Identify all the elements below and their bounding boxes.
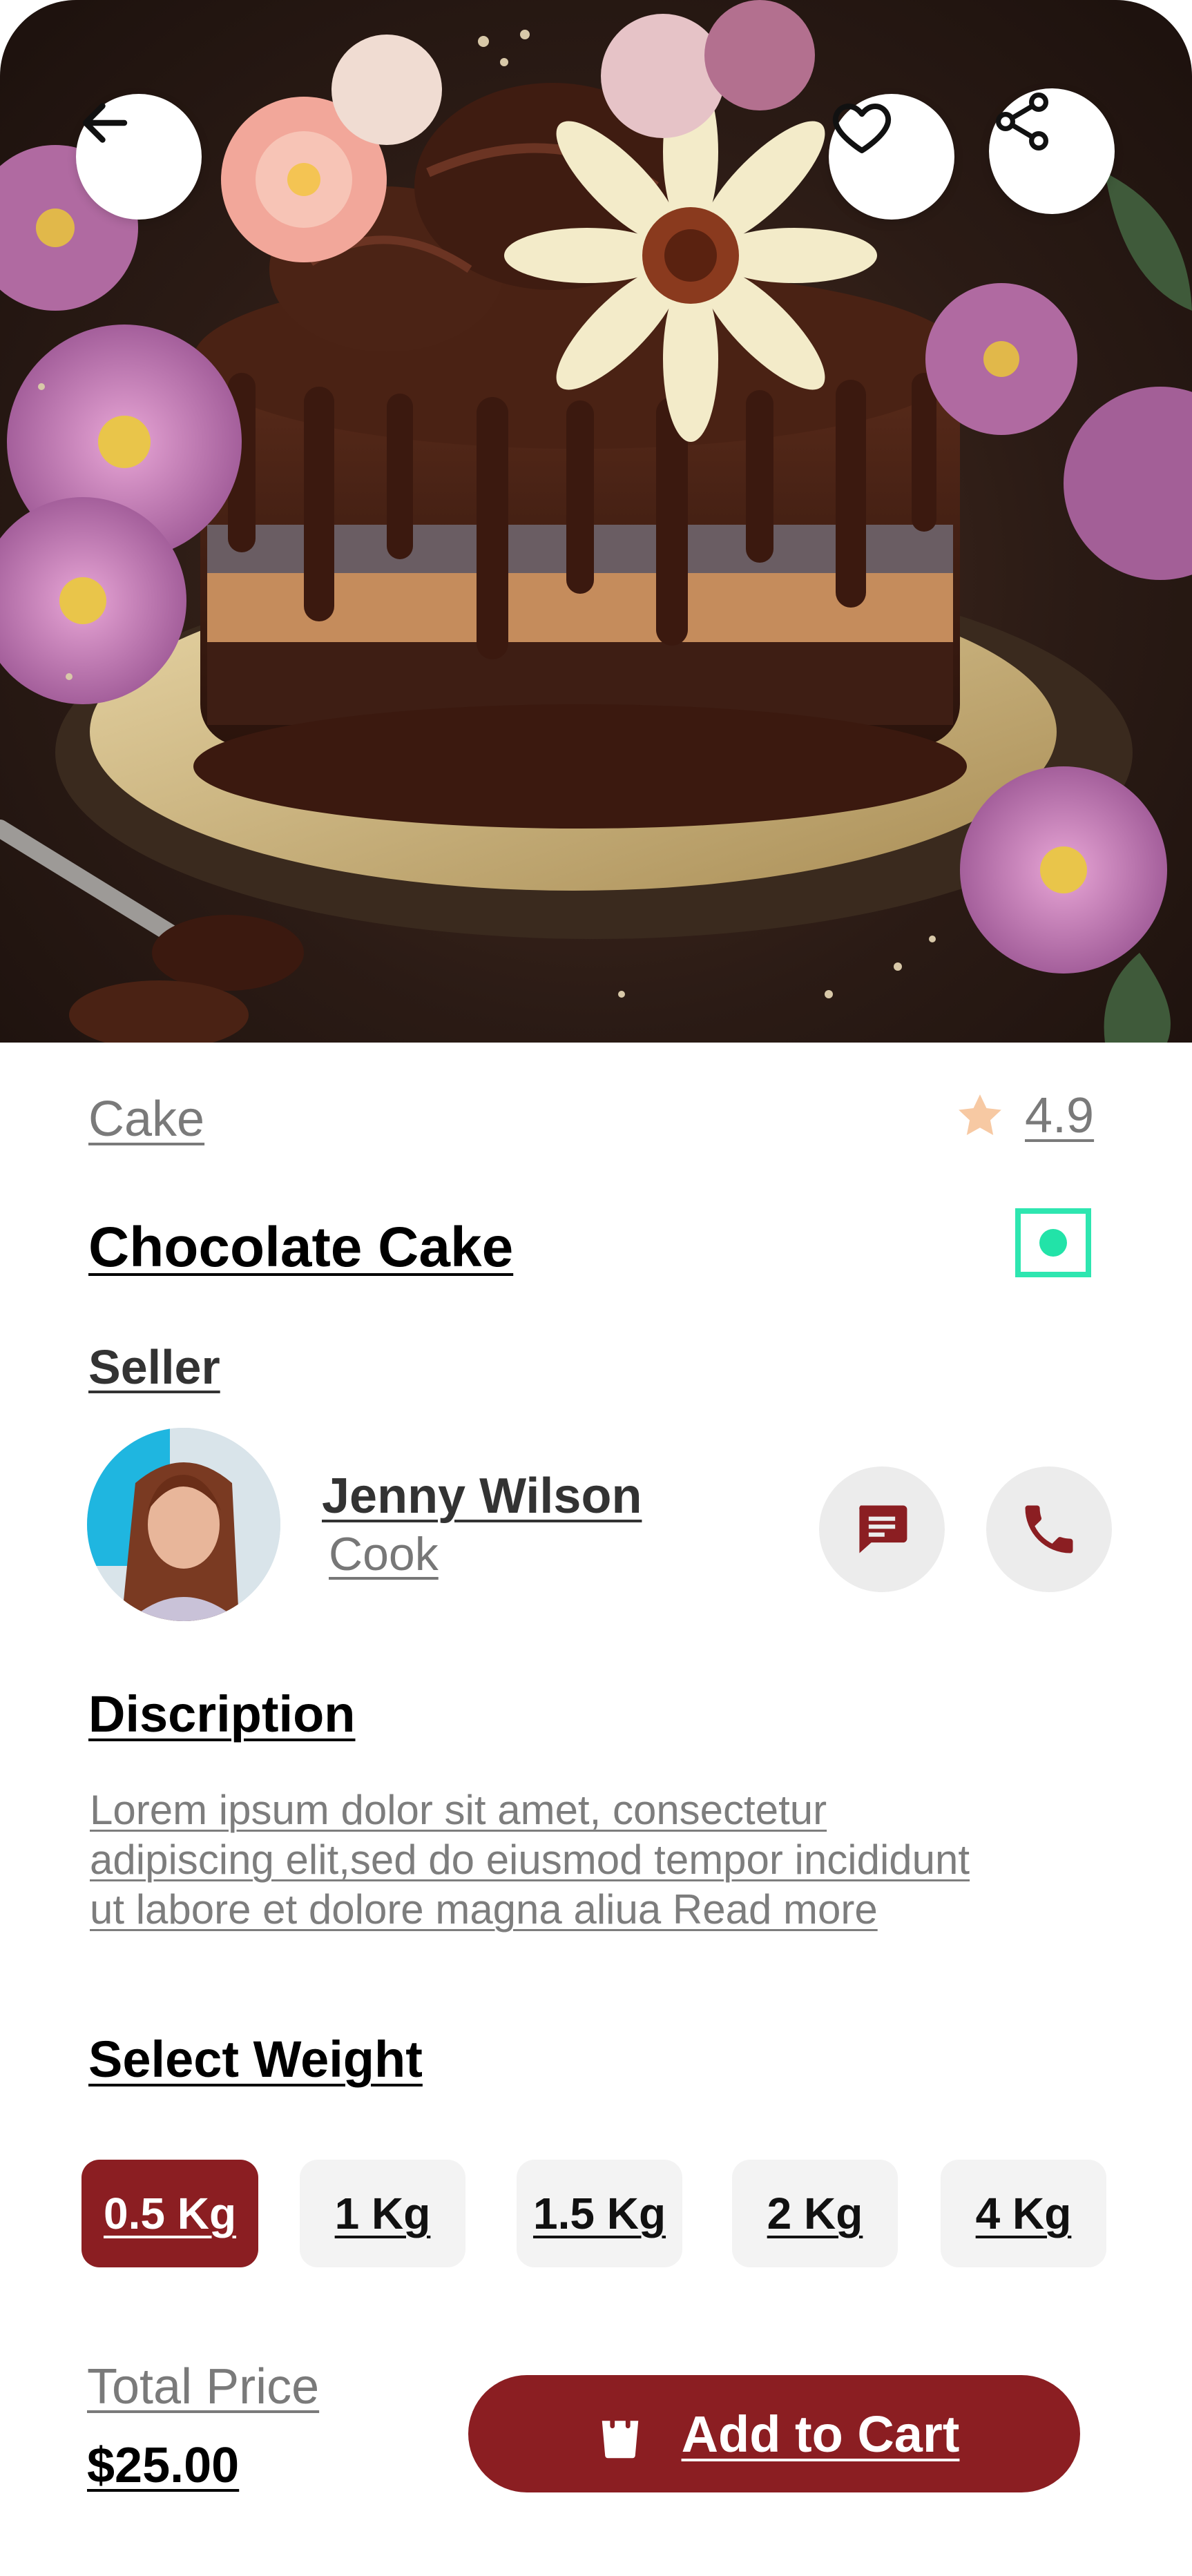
veg-indicator xyxy=(1015,1208,1091,1277)
message-seller-button[interactable] xyxy=(819,1466,945,1592)
description-heading: Discription xyxy=(88,1685,356,1743)
phone-icon xyxy=(1025,1505,1073,1553)
call-seller-button[interactable] xyxy=(986,1466,1112,1592)
product-category: Cake xyxy=(88,1092,205,1147)
description-line: adipiscing elit,sed do eiusmod tempor in… xyxy=(90,1837,970,1883)
weight-option-0-5kg[interactable]: 0.5 Kg xyxy=(81,2160,258,2267)
seller-avatar-image xyxy=(87,1428,280,1621)
weight-option-1-5kg[interactable]: 1.5 Kg xyxy=(517,2160,682,2267)
avatar xyxy=(87,1428,280,1621)
share-icon xyxy=(996,93,1048,151)
heart-icon xyxy=(833,104,891,153)
product-title: Chocolate Cake xyxy=(88,1216,514,1279)
add-to-cart-button[interactable]: Add to Cart xyxy=(468,2375,1080,2492)
weight-option-1kg[interactable]: 1 Kg xyxy=(300,2160,465,2267)
total-price-value: $25.00 xyxy=(87,2438,240,2493)
arrow-left-icon xyxy=(82,103,128,143)
star-icon xyxy=(959,1094,1001,1135)
description-line: Lorem ipsum dolor sit amet, consectetur xyxy=(90,1787,827,1833)
message-icon xyxy=(859,1505,907,1553)
description-line: ut labore et dolore magna aliua Read mor… xyxy=(90,1886,878,1933)
weight-option-label: 0.5 Kg xyxy=(103,2189,237,2238)
weight-option-label: 2 Kg xyxy=(767,2189,863,2238)
product-hero-image xyxy=(0,0,1192,1043)
share-button[interactable] xyxy=(989,88,1115,214)
seller-heading: Seller xyxy=(88,1340,220,1394)
weight-option-2kg[interactable]: 2 Kg xyxy=(732,2160,898,2267)
total-price-label: Total Price xyxy=(87,2359,320,2414)
favorite-button[interactable] xyxy=(829,94,954,220)
shopping-bag-icon xyxy=(602,2408,638,2459)
select-weight-heading: Select Weight xyxy=(88,2031,423,2088)
rating-value: 4.9 xyxy=(1025,1088,1095,1143)
seller-role: Cook xyxy=(329,1528,439,1580)
weight-option-label: 1.5 Kg xyxy=(532,2189,666,2238)
add-to-cart-label: Add to Cart xyxy=(681,2405,960,2463)
back-button[interactable] xyxy=(76,94,202,220)
weight-option-4kg[interactable]: 4 Kg xyxy=(941,2160,1106,2267)
veg-indicator-dot xyxy=(1039,1229,1067,1257)
weight-option-label: 1 Kg xyxy=(334,2189,431,2238)
product-rating: 4.9 xyxy=(953,1087,1094,1144)
weight-option-label: 4 Kg xyxy=(975,2189,1072,2238)
description-text: Lorem ipsum dolor sit amet, consectetur … xyxy=(90,1785,1098,1935)
seller-name: Jenny Wilson xyxy=(322,1469,642,1524)
